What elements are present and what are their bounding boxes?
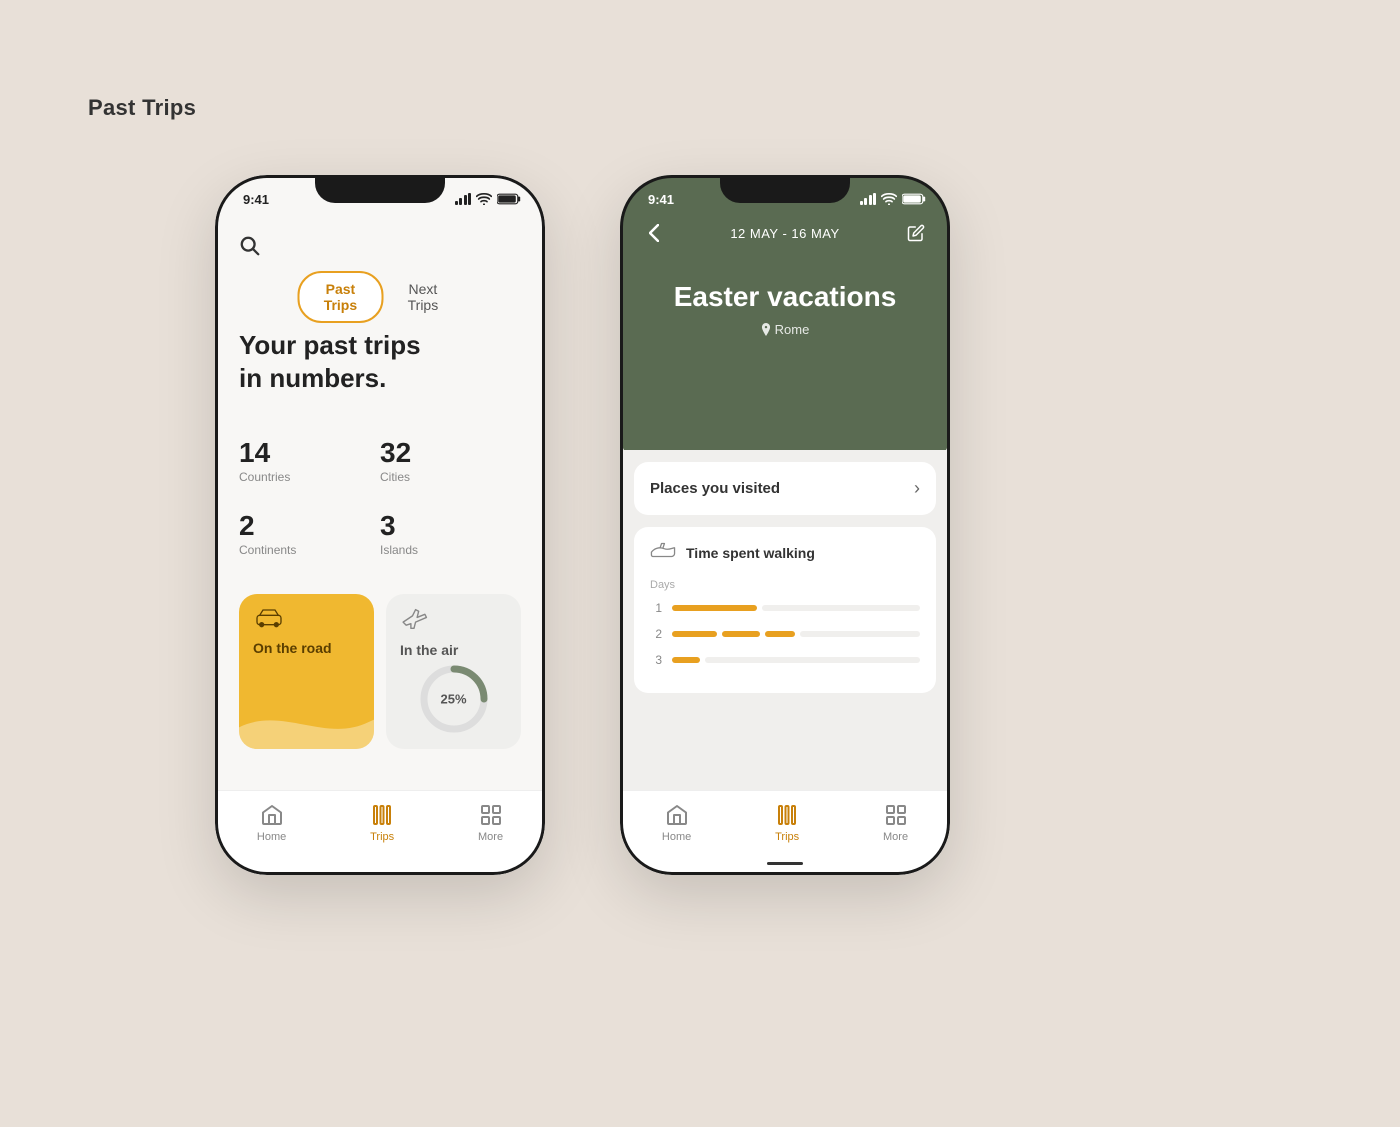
travel-cards: On the road In the air — [239, 594, 521, 749]
signal-icon-1 — [455, 193, 472, 205]
location-pin-icon — [761, 323, 771, 336]
signal-icon-2 — [860, 193, 877, 205]
more-icon-2 — [884, 803, 908, 827]
chart-bg-3 — [705, 657, 920, 663]
card-in-air[interactable]: In the air 25% — [386, 594, 521, 749]
search-bar[interactable] — [239, 235, 261, 262]
chart-bars-3 — [672, 657, 920, 663]
chart-row-1: 1 — [650, 601, 920, 615]
search-icon — [239, 235, 261, 257]
card-on-road[interactable]: On the road — [239, 594, 374, 749]
trips-icon-1 — [370, 803, 394, 827]
trip-location: Rome — [620, 322, 950, 337]
chart-bars-1 — [672, 605, 920, 611]
battery-icon-2 — [902, 193, 926, 205]
nav-home-1[interactable]: Home — [257, 803, 286, 843]
chart-days-label: Days — [650, 579, 920, 591]
stats-heading: Your past trips in numbers. — [239, 329, 421, 394]
tab-past-trips[interactable]: Past Trips — [298, 271, 384, 323]
chart-bar-2-3 — [765, 631, 795, 637]
tab-switcher: Past Trips Next Trips — [298, 271, 463, 323]
nav-more-2[interactable]: More — [883, 803, 908, 843]
nav-more-label-1: More — [478, 831, 503, 843]
chart-day-2: 2 — [650, 627, 662, 641]
chart-row-3: 3 — [650, 653, 920, 667]
nav-trips-label-1: Trips — [370, 831, 394, 843]
phone-1-content: Past Trips Next Trips Your past trips in… — [215, 219, 545, 875]
chart-bar-1-1 — [672, 605, 757, 611]
status-time-2: 9:41 — [648, 192, 674, 207]
card-on-road-label: On the road — [253, 640, 360, 656]
chart-bar-2-1 — [672, 631, 717, 637]
walking-header: Time spent walking — [650, 541, 920, 565]
status-bar-1: 9:41 — [215, 185, 545, 213]
nav-more-1[interactable]: More — [478, 803, 503, 843]
phone-2-content: Places you visited › Time spent walking … — [620, 450, 950, 790]
trips-icon-2 — [775, 803, 799, 827]
nav-trips-1[interactable]: Trips — [370, 803, 394, 843]
date-range: 12 MAY - 16 MAY — [730, 226, 839, 241]
stat-countries: 14 Countries — [239, 439, 380, 484]
shoe-icon — [650, 541, 676, 565]
status-time-1: 9:41 — [243, 192, 269, 207]
battery-icon-1 — [497, 193, 521, 205]
wave-decor — [239, 684, 374, 749]
walking-chart: Days 1 2 — [650, 579, 920, 667]
chart-bg-1 — [762, 605, 920, 611]
stats-grid: 14 Countries 32 Cities 2 Continents 3 Is… — [239, 439, 521, 557]
chart-bar-3-1 — [672, 657, 700, 663]
wifi-icon-2 — [881, 193, 897, 205]
edit-button[interactable] — [902, 219, 930, 247]
nav-more-label-2: More — [883, 831, 908, 843]
walking-label: Time spent walking — [686, 545, 815, 561]
places-label: Places you visited — [650, 480, 780, 497]
donut-chart: 25% — [414, 659, 494, 739]
status-icons-1 — [455, 193, 522, 205]
stat-cities: 32 Cities — [380, 439, 521, 484]
back-button[interactable] — [640, 219, 668, 247]
nav-trips-label-2: Trips — [775, 831, 799, 843]
bottom-nav-1: Home Trips More — [215, 790, 545, 875]
home-icon-1 — [260, 803, 284, 827]
car-icon — [253, 608, 360, 634]
stat-continents: 2 Continents — [239, 512, 380, 557]
page-title: Past Trips — [88, 95, 196, 121]
wifi-icon-1 — [476, 193, 492, 205]
status-icons-2 — [860, 193, 927, 205]
chart-row-2: 2 — [650, 627, 920, 641]
chart-day-3: 3 — [650, 653, 662, 667]
nav-home-label-1: Home — [257, 831, 286, 843]
home-icon-2 — [665, 803, 689, 827]
more-icon-1 — [479, 803, 503, 827]
trip-name: Easter vacations — [620, 280, 950, 314]
trip-header: 9:41 — [620, 175, 950, 465]
chart-day-1: 1 — [650, 601, 662, 615]
plane-icon — [400, 608, 428, 636]
trip-title-area: Easter vacations Rome — [620, 280, 950, 337]
places-visited-row[interactable]: Places you visited › — [634, 462, 936, 515]
phone-2: 9:41 — [620, 175, 950, 875]
donut-percent: 25% — [440, 692, 466, 707]
chart-bars-2 — [672, 631, 920, 637]
status-bar-2: 9:41 — [620, 185, 950, 213]
stat-islands: 3 Islands — [380, 512, 521, 557]
nav-trips-2[interactable]: Trips — [775, 803, 799, 843]
nav-home-label-2: Home — [662, 831, 691, 843]
card-in-air-label: In the air — [400, 642, 458, 658]
tab-next-trips[interactable]: Next Trips — [383, 273, 462, 321]
nav-home-2[interactable]: Home — [662, 803, 691, 843]
chart-bar-2-2 — [722, 631, 760, 637]
trip-topbar: 12 MAY - 16 MAY — [620, 219, 950, 247]
chevron-right-icon: › — [914, 478, 920, 499]
phone-1: 9:41 — [215, 175, 545, 875]
walking-section: Time spent walking Days 1 2 — [634, 527, 936, 693]
home-indicator-2 — [767, 862, 803, 865]
chart-bg-2 — [800, 631, 920, 637]
